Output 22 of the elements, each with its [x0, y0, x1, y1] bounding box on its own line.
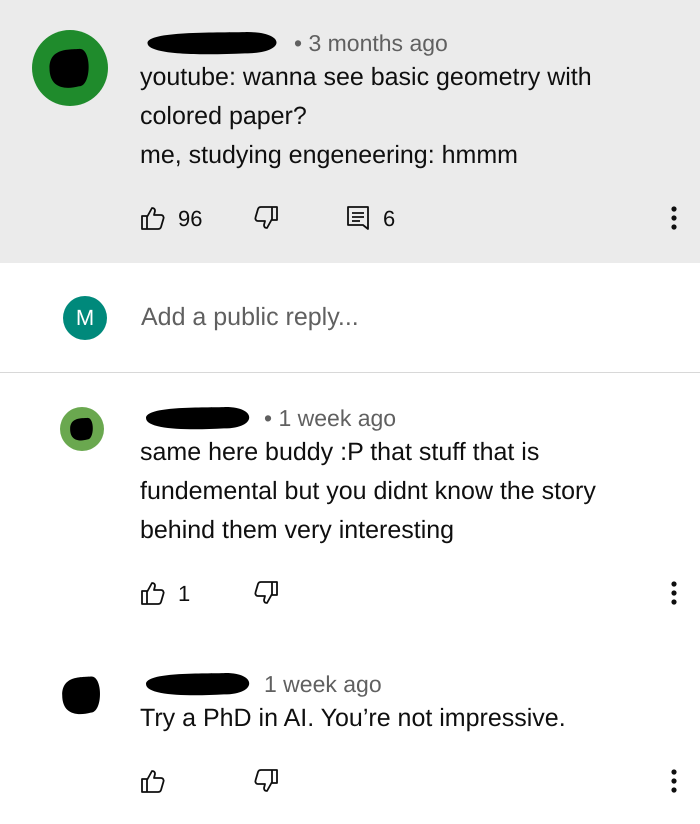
comment-time: • 3 months ago — [294, 28, 448, 58]
more-icon[interactable] — [670, 768, 678, 794]
more-icon[interactable] — [670, 580, 678, 606]
reply-count: 6 — [383, 204, 396, 232]
thumbs-up-icon[interactable] — [140, 580, 166, 606]
more-icon[interactable] — [670, 205, 678, 231]
thumbs-down-icon[interactable] — [253, 580, 279, 606]
comment-text: youtube: wanna see basic geometry with colored paper? — [140, 62, 593, 132]
comment-text: same here buddy :P that stuff that is fundemental but you didnt know the story behind them very interesting — [140, 437, 597, 546]
thumbs-up-icon[interactable] — [140, 205, 166, 231]
reply-icon[interactable] — [345, 205, 371, 231]
avatar-icon: M — [63, 296, 107, 340]
thumbs-up-icon[interactable] — [140, 768, 166, 794]
comment-text: me, studying engeneering: hmmm — [140, 140, 519, 171]
like-count: 1 — [178, 580, 190, 608]
thumbs-down-icon[interactable] — [253, 205, 279, 231]
comment-time: • 1 week ago — [264, 404, 396, 433]
comment-text: Try a PhD in AI. You’re not impressive. — [140, 703, 567, 734]
reply-field[interactable]: Add a public reply... — [141, 298, 621, 336]
comment-time: 1 week ago — [264, 670, 382, 699]
like-count: 96 — [178, 204, 202, 232]
thumbs-down-icon[interactable] — [253, 768, 279, 794]
